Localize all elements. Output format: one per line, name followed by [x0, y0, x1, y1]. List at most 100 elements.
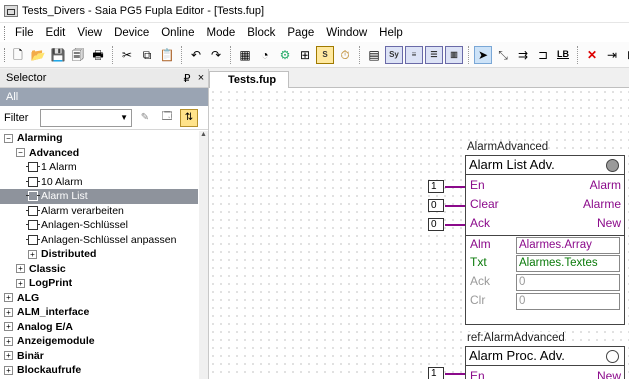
connector-icon[interactable]: ⇉	[514, 46, 532, 64]
calendar-icon[interactable]: ▦	[236, 46, 254, 64]
build-icon[interactable]: ⚙	[276, 46, 294, 64]
scroll-up-icon[interactable]: ▲	[199, 131, 208, 138]
pin-clear[interactable]: Clear	[470, 197, 499, 211]
clock-icon[interactable]: ⏱	[336, 46, 354, 64]
pin-alarme[interactable]: Alarme	[583, 197, 621, 211]
print-icon[interactable]: 🖶	[89, 46, 107, 64]
tree-item[interactable]: + Analog E/A	[0, 320, 200, 335]
tree-item[interactable]: 1 Alarm	[0, 160, 200, 175]
tree-item[interactable]: + Distributed	[0, 247, 200, 262]
param-value[interactable]: 0	[516, 293, 620, 310]
expand-icon[interactable]: +	[4, 322, 13, 332]
sym-icon[interactable]: S	[316, 45, 334, 64]
pin-new[interactable]: New	[597, 216, 621, 230]
fbox-icon[interactable]: ≡	[405, 45, 423, 64]
tree-item[interactable]: Anlagen-Schlüssel anpassen	[0, 233, 200, 248]
collapse-icon[interactable]: −	[4, 133, 13, 143]
pin-icon[interactable]: ₽	[180, 72, 194, 85]
expand-icon[interactable]: +	[4, 293, 13, 303]
connection-wire[interactable]	[445, 224, 465, 226]
pin-alarm[interactable]: Alarm	[590, 178, 621, 192]
tree-item[interactable]: + Blockaufrufe	[0, 363, 200, 378]
fupla-icon[interactable]: ⊞	[296, 46, 314, 64]
fbox-alarm-proc[interactable]: Alarm Proc. Adv. En New	[465, 346, 625, 379]
expand-icon[interactable]: +	[4, 307, 13, 317]
tree-item[interactable]: Alarm verarbeiten	[0, 204, 200, 219]
grid2-icon[interactable]: ▥	[445, 45, 463, 64]
expand-icon[interactable]: +	[16, 264, 25, 274]
toolbar-grip[interactable]	[4, 47, 5, 62]
expand-icon[interactable]: +	[28, 249, 37, 259]
expand-icon[interactable]: +	[4, 336, 13, 346]
copy-icon[interactable]: ⧉	[138, 46, 156, 64]
grid-icon[interactable]: ☰	[425, 45, 443, 64]
expand-icon[interactable]: +	[16, 278, 25, 288]
filter-options-icon[interactable]: 🗔	[158, 109, 176, 127]
tree-item[interactable]: + ALM_interface	[0, 305, 200, 320]
insert-icon[interactable]: ⇥	[603, 46, 621, 64]
tree-item[interactable]: 10 Alarm	[0, 175, 200, 190]
fupla-canvas[interactable]: AlarmAdvanced Alarm List Adv. En Clear A…	[209, 88, 629, 379]
collapse-icon[interactable]: −	[16, 148, 25, 158]
connection-wire[interactable]	[445, 373, 465, 375]
tree-item[interactable]: + LogPrint	[0, 276, 200, 291]
clear-filter-icon[interactable]: ✎	[136, 109, 154, 127]
pin-en[interactable]: En	[470, 178, 485, 192]
menu-help[interactable]: Help	[373, 27, 409, 39]
tree-item[interactable]: + Anzeigemodule	[0, 334, 200, 349]
menu-mode[interactable]: Mode	[200, 27, 241, 39]
input-constant[interactable]: 0	[428, 199, 444, 212]
input-constant[interactable]: 0	[428, 218, 444, 231]
tree-item[interactable]: Anlagen-Schlüssel	[0, 218, 200, 233]
open-icon[interactable]: 📂	[29, 46, 47, 64]
online-icon[interactable]: ◔	[256, 46, 274, 64]
param-value[interactable]: Alarmes.Array	[516, 237, 620, 254]
close-icon[interactable]: ×	[194, 72, 208, 84]
pin-en[interactable]: En	[470, 369, 485, 379]
page-icon[interactable]: ▤	[365, 46, 383, 64]
lb-icon[interactable]: LB	[554, 46, 572, 64]
menu-window[interactable]: Window	[320, 27, 373, 39]
fbox-insert-icon[interactable]: ⊠	[623, 46, 629, 64]
input-constant[interactable]: 1	[428, 367, 444, 379]
gate-icon[interactable]: ⊐	[534, 46, 552, 64]
tree-item[interactable]: − Alarming	[0, 131, 200, 146]
expand-icon[interactable]: +	[4, 351, 13, 361]
connection-wire[interactable]	[445, 205, 465, 207]
menu-block[interactable]: Block	[241, 27, 281, 39]
selector-all-tab[interactable]: All	[0, 88, 208, 106]
menu-file[interactable]: File	[9, 27, 40, 39]
tree-item[interactable]: + Classic	[0, 262, 200, 277]
tree-item[interactable]: + ALG	[0, 291, 200, 306]
menu-page[interactable]: Page	[281, 27, 320, 39]
paste-icon[interactable]: 📋	[158, 46, 176, 64]
menu-online[interactable]: Online	[155, 27, 200, 39]
tree-item[interactable]: + Binär	[0, 349, 200, 364]
redo-icon[interactable]: ↷	[207, 46, 225, 64]
tree-scrollbar[interactable]: ▲	[199, 131, 208, 379]
menu-view[interactable]: View	[71, 27, 108, 39]
tree-item[interactable]: Alarm List	[0, 189, 198, 204]
sym-list-icon[interactable]: Sy	[385, 45, 403, 64]
undo-icon[interactable]: ↶	[187, 46, 205, 64]
menu-grip[interactable]	[4, 25, 7, 40]
pin-ack[interactable]: Ack	[470, 216, 490, 230]
menu-edit[interactable]: Edit	[40, 27, 72, 39]
filter-dropdown[interactable]: ▼	[40, 108, 132, 127]
new-icon[interactable]: 🗋	[9, 46, 27, 64]
input-constant[interactable]: 1	[428, 180, 444, 193]
fbox-alarm-list[interactable]: Alarm List Adv. En Clear Ack Alarm Alarm…	[465, 155, 625, 325]
connection-wire[interactable]	[445, 186, 465, 188]
menu-device[interactable]: Device	[108, 27, 155, 39]
expand-icon[interactable]: +	[4, 365, 13, 375]
cut-icon[interactable]: ✂	[118, 46, 136, 64]
pointer-icon[interactable]: ➤	[474, 45, 492, 64]
delete-icon[interactable]: ✕	[583, 46, 601, 64]
pin-new[interactable]: New	[597, 369, 621, 379]
tree-item[interactable]: − Advanced	[0, 146, 200, 161]
param-value[interactable]: 0	[516, 274, 620, 291]
save-icon[interactable]: 💾	[49, 46, 67, 64]
sort-icon[interactable]: ⇅	[180, 108, 198, 127]
param-value[interactable]: Alarmes.Textes	[516, 255, 620, 272]
line-icon[interactable]: ⤡	[494, 46, 512, 64]
